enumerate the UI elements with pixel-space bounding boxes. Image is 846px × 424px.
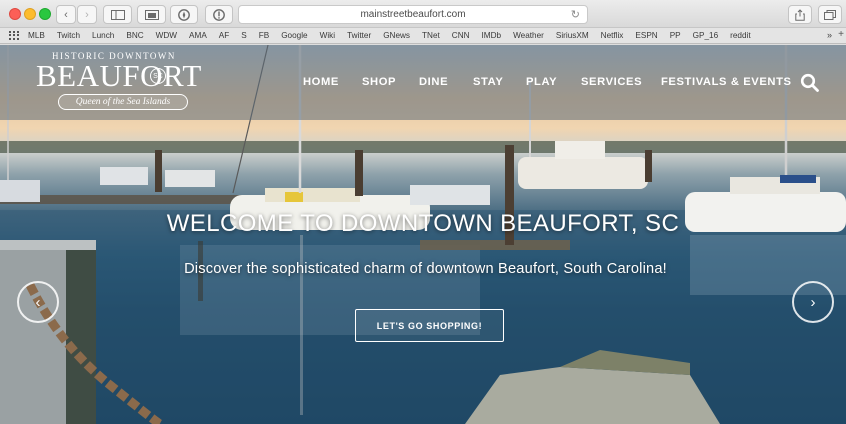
bookmark-siriusxm[interactable]: SiriusXM [556, 31, 589, 40]
search-icon[interactable] [800, 73, 820, 93]
nav-home[interactable]: HOME [303, 76, 339, 88]
bookmark-netflix[interactable]: Netflix [601, 31, 624, 40]
tabs-icon [824, 9, 836, 20]
bookmark-mlb[interactable]: MLB [28, 31, 45, 40]
bookmark-fb[interactable]: FB [259, 31, 269, 40]
site-logo[interactable]: HISTORIC DOWNTOWN BEAUFORT SC Queen of t… [36, 51, 216, 117]
bookmark-s[interactable]: S [241, 31, 246, 40]
back-button[interactable]: ‹ [56, 5, 76, 24]
bookmark-ama[interactable]: AMA [189, 31, 207, 40]
sidebar-button[interactable] [103, 5, 132, 24]
nav-play[interactable]: PLAY [526, 76, 557, 88]
bookmark-wdw[interactable]: WDW [156, 31, 177, 40]
top-sites-icon [144, 9, 159, 20]
bookmark-weather[interactable]: Weather [513, 31, 544, 40]
chevron-right-icon: › [810, 293, 816, 311]
bookmark-gp16[interactable]: GP_16 [693, 31, 719, 40]
chevron-right-icon: › [85, 8, 89, 21]
bookmark-reddit[interactable]: reddit [730, 31, 750, 40]
reload-icon[interactable]: ↻ [571, 8, 580, 21]
logo-main-text: BEAUFORT [36, 58, 202, 93]
zoom-window-button[interactable] [39, 8, 51, 20]
tabs-overview-button[interactable] [818, 5, 842, 24]
chevron-left-icon: ‹ [35, 293, 41, 311]
bookmark-lunch[interactable]: Lunch [92, 31, 114, 40]
bookmark-wiki[interactable]: Wiki [320, 31, 335, 40]
bookmark-imdb[interactable]: IMDb [482, 31, 502, 40]
shopping-cta-button[interactable]: LET'S GO SHOPPING! [355, 309, 504, 342]
close-window-button[interactable] [9, 8, 21, 20]
bookmark-tnet[interactable]: TNet [422, 31, 440, 40]
address-bar[interactable]: mainstreetbeaufort.com ↻ [238, 5, 588, 24]
info-icon [213, 8, 225, 21]
bookmark-bnc[interactable]: BNC [126, 31, 143, 40]
hero-subtitle: Discover the sophisticated charm of down… [184, 261, 667, 277]
info-button[interactable] [205, 5, 233, 24]
bookmark-twitter[interactable]: Twitter [347, 31, 371, 40]
hero-section: HISTORIC DOWNTOWN BEAUFORT SC Queen of t… [0, 45, 846, 424]
slider-next-button[interactable]: › [792, 281, 834, 323]
bookmark-espn[interactable]: ESPN [635, 31, 657, 40]
url-text: mainstreetbeaufort.com [360, 9, 466, 20]
share-icon [795, 8, 805, 21]
bookmark-google[interactable]: Google [281, 31, 307, 40]
browser-titlebar: ‹ › mainstreetbeaufort.com ↻ [0, 0, 846, 28]
minimize-window-button[interactable] [24, 8, 36, 20]
bookmark-pp[interactable]: PP [670, 31, 681, 40]
bookmark-twitch[interactable]: Twitch [57, 31, 80, 40]
nav-services[interactable]: SERVICES [581, 76, 642, 88]
bookmark-af[interactable]: AF [219, 31, 229, 40]
nav-dine[interactable]: DINE [419, 76, 448, 88]
hero-title: WELCOME TO DOWNTOWN BEAUFORT, SC [166, 210, 680, 237]
top-sites-button[interactable] [137, 5, 166, 24]
forward-button[interactable]: › [77, 5, 97, 24]
apps-grid-icon[interactable] [9, 31, 19, 40]
slider-prev-button[interactable]: ‹ [17, 281, 59, 323]
bookmark-gnews[interactable]: GNews [383, 31, 410, 40]
sidebar-icon [110, 9, 125, 20]
bookmark-cnn[interactable]: CNN [452, 31, 470, 40]
nav-shop[interactable]: SHOP [362, 76, 396, 88]
nav-festivals-events[interactable]: FESTIVALS & EVENTS [661, 76, 792, 88]
nav-stay[interactable]: STAY [473, 76, 503, 88]
bookmarks-overflow-button[interactable]: » [827, 30, 832, 40]
logo-sc-badge: SC [150, 68, 166, 84]
extension-button[interactable] [170, 5, 198, 24]
new-tab-plus-icon[interactable]: + [838, 29, 844, 40]
compass-icon [178, 8, 190, 21]
bookmarks-bar: MLB Twitch Lunch BNC WDW AMA AF S FB Goo… [0, 28, 846, 44]
chevron-left-icon: ‹ [64, 8, 68, 21]
share-button[interactable] [788, 5, 812, 24]
logo-tagline: Queen of the Sea Islands [58, 94, 188, 110]
